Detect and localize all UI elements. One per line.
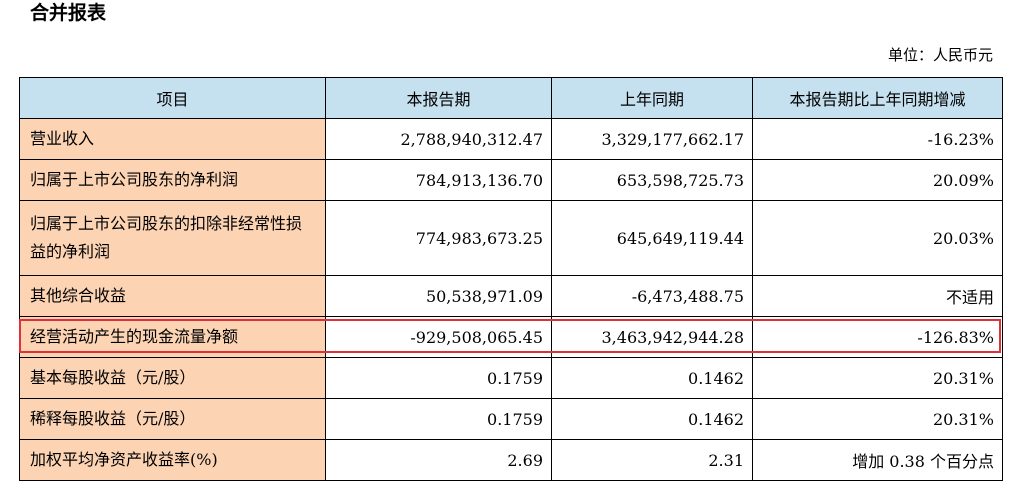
row-current: 784,913,136.70 bbox=[325, 159, 552, 201]
row-prior: 0.1462 bbox=[551, 357, 753, 399]
financial-table: 项目 本报告期 上年同期 本报告期比上年同期增减 营业收入 2,788,940,… bbox=[19, 77, 1003, 481]
row-label: 营业收入 bbox=[19, 118, 326, 160]
table-row: 归属于上市公司股东的扣除非经常性损益的净利润 774,983,673.25 64… bbox=[19, 200, 1003, 276]
row-change: 不适用 bbox=[752, 275, 1003, 317]
table-row: 其他综合收益 50,538,971.09 -6,473,488.75 不适用 bbox=[19, 275, 1003, 317]
row-label: 归属于上市公司股东的净利润 bbox=[19, 159, 326, 201]
page-title: 合并报表 bbox=[30, 2, 107, 24]
row-prior: 3,463,942,944.28 bbox=[551, 316, 753, 358]
row-label: 归属于上市公司股东的扣除非经常性损益的净利润 bbox=[19, 200, 326, 276]
row-label: 基本每股收益（元/股） bbox=[19, 357, 326, 399]
row-label: 加权平均净资产收益率(%) bbox=[19, 439, 326, 481]
row-prior: 3,329,177,662.17 bbox=[551, 118, 753, 160]
row-change: 20.31% bbox=[752, 398, 1003, 440]
row-prior: 0.1462 bbox=[551, 398, 753, 440]
table-row: 营业收入 2,788,940,312.47 3,329,177,662.17 -… bbox=[19, 118, 1003, 160]
row-current: -929,508,065.45 bbox=[325, 316, 552, 358]
header-current-period: 本报告期 bbox=[325, 77, 552, 119]
header-prior-period: 上年同期 bbox=[551, 77, 753, 119]
row-label: 经营活动产生的现金流量净额 bbox=[19, 316, 326, 358]
row-prior: -6,473,488.75 bbox=[551, 275, 753, 317]
table-row: 基本每股收益（元/股） 0.1759 0.1462 20.31% bbox=[19, 357, 1003, 399]
row-change: 增加 0.38 个百分点 bbox=[752, 439, 1003, 481]
table-row: 归属于上市公司股东的净利润 784,913,136.70 653,598,725… bbox=[19, 159, 1003, 201]
row-change: -126.83% bbox=[752, 316, 1003, 358]
table-row-highlighted: 经营活动产生的现金流量净额 -929,508,065.45 3,463,942,… bbox=[19, 316, 1003, 358]
currency-unit: 单位：人民币元 bbox=[887, 46, 993, 64]
header-change: 本报告期比上年同期增减 bbox=[752, 77, 1003, 119]
row-current: 2,788,940,312.47 bbox=[325, 118, 552, 160]
row-prior: 645,649,119.44 bbox=[551, 200, 753, 276]
table-row: 稀释每股收益（元/股） 0.1759 0.1462 20.31% bbox=[19, 398, 1003, 440]
header-item: 项目 bbox=[19, 77, 326, 119]
table-header-row: 项目 本报告期 上年同期 本报告期比上年同期增减 bbox=[19, 77, 1003, 119]
row-current: 0.1759 bbox=[325, 398, 552, 440]
row-current: 2.69 bbox=[325, 439, 552, 481]
row-current: 774,983,673.25 bbox=[325, 200, 552, 276]
row-change: 20.31% bbox=[752, 357, 1003, 399]
table-row: 加权平均净资产收益率(%) 2.69 2.31 增加 0.38 个百分点 bbox=[19, 439, 1003, 481]
row-label: 其他综合收益 bbox=[19, 275, 326, 317]
row-change: 20.09% bbox=[752, 159, 1003, 201]
row-current: 50,538,971.09 bbox=[325, 275, 552, 317]
row-change: -16.23% bbox=[752, 118, 1003, 160]
row-prior: 653,598,725.73 bbox=[551, 159, 753, 201]
row-current: 0.1759 bbox=[325, 357, 552, 399]
row-label: 稀释每股收益（元/股） bbox=[19, 398, 326, 440]
row-change: 20.03% bbox=[752, 200, 1003, 276]
row-prior: 2.31 bbox=[551, 439, 753, 481]
